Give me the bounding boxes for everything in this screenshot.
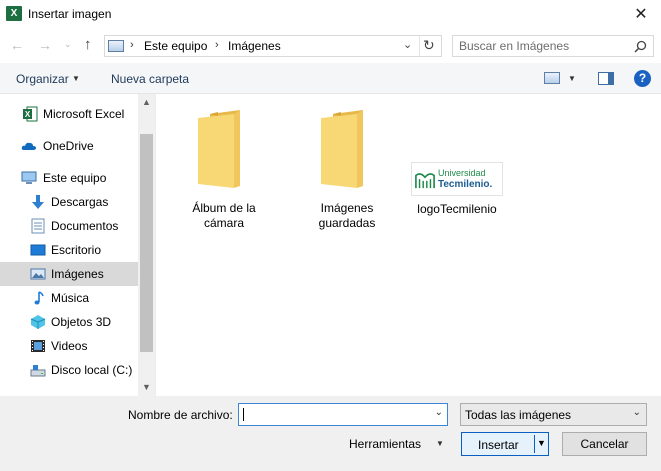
forward-arrow-icon[interactable]: → xyxy=(38,37,52,53)
image-file-item[interactable]: Universidad Tecmilenio. logoTecmilenio xyxy=(407,162,507,217)
music-icon xyxy=(34,291,44,305)
breadcrumb-este-equipo[interactable]: Este equipo xyxy=(144,39,207,53)
breadcrumb-separator[interactable]: › xyxy=(215,39,219,51)
sidebar-item-label: Disco local (C:) xyxy=(51,363,133,377)
caret-down-icon[interactable]: ▼ xyxy=(537,438,546,448)
organize-button[interactable]: Organizar xyxy=(16,72,69,86)
search-icon[interactable] xyxy=(634,40,647,53)
folder-item[interactable]: Álbum de la cámara xyxy=(174,110,274,231)
pictures-icon xyxy=(30,268,46,280)
sidebar-item-microsoft-excel[interactable]: X Microsoft Excel xyxy=(0,102,138,126)
file-name: Álbum de la xyxy=(192,201,256,215)
image-thumbnail: Universidad Tecmilenio. xyxy=(411,162,503,196)
navigation-bar: ← → ⌄ ↑ › Este equipo › Imágenes ⌄ ↻ Bus… xyxy=(0,29,661,63)
view-options-icon[interactable] xyxy=(544,72,560,84)
sidebar-item-label: Escritorio xyxy=(51,243,102,257)
insert-button[interactable]: Insertar ▼ xyxy=(461,432,549,456)
sidebar-item-este-equipo[interactable]: Este equipo xyxy=(0,166,138,190)
chevron-down-icon[interactable]: ⌄ xyxy=(633,407,641,418)
chevron-down-icon[interactable]: ⌄ xyxy=(435,407,443,418)
sidebar-item-descargas[interactable]: Descargas xyxy=(0,190,138,214)
file-name: Imágenes xyxy=(320,201,374,215)
folder-icon xyxy=(198,110,240,188)
file-name: logoTecmilenio xyxy=(417,202,497,216)
dialog-footer: Nombre de archivo: ⌄ Todas las imágenes … xyxy=(0,396,661,471)
navigation-pane: X Microsoft Excel OneDrive Este equipo D… xyxy=(0,94,156,396)
filename-label: Nombre de archivo: xyxy=(128,408,233,422)
sidebar-item-documentos[interactable]: Documentos xyxy=(0,214,138,238)
tecmilenio-logo-icon xyxy=(415,173,435,189)
back-arrow-icon[interactable]: ← xyxy=(10,37,24,53)
insert-button-label: Insertar xyxy=(478,438,519,452)
sidebar-item-label: Objetos 3D xyxy=(51,315,112,329)
svg-text:X: X xyxy=(25,110,31,119)
scroll-up-icon[interactable]: ▲ xyxy=(138,94,155,111)
preview-pane-icon[interactable] xyxy=(598,72,614,85)
sidebar-item-label: Descargas xyxy=(51,195,109,209)
search-placeholder: Buscar en Imágenes xyxy=(459,39,570,53)
sidebar-item-label: Este equipo xyxy=(43,171,107,185)
sidebar-item-label: OneDrive xyxy=(43,139,94,153)
sidebar-item-imagenes[interactable]: Imágenes xyxy=(0,262,138,286)
sidebar-item-label: Videos xyxy=(51,339,88,353)
download-icon xyxy=(32,195,44,209)
caret-down-icon[interactable]: ▼ xyxy=(72,74,80,83)
up-arrow-icon[interactable]: ↑ xyxy=(84,36,92,53)
sidebar-item-escritorio[interactable]: Escritorio xyxy=(0,238,138,262)
help-icon[interactable]: ? xyxy=(634,70,651,87)
refresh-icon[interactable]: ↻ xyxy=(423,37,435,54)
recent-locations-icon[interactable]: ⌄ xyxy=(64,39,72,50)
sidebar-item-objetos-3d[interactable]: Objetos 3D xyxy=(0,310,138,334)
excel-icon: X xyxy=(6,6,22,21)
divider xyxy=(419,36,420,56)
sidebar-item-label: Música xyxy=(51,291,90,305)
address-bar[interactable]: › Este equipo › Imágenes ⌄ ↻ xyxy=(104,35,442,57)
scroll-down-icon[interactable]: ▼ xyxy=(138,379,155,396)
breadcrumb-imagenes[interactable]: Imágenes xyxy=(228,39,281,53)
title-bar: X Insertar imagen ✕ xyxy=(0,0,661,29)
window-title: Insertar imagen xyxy=(28,7,112,21)
search-field[interactable]: Buscar en Imágenes xyxy=(452,35,654,57)
command-toolbar: Organizar ▼ Nueva carpeta ▼ ? xyxy=(0,63,661,94)
video-icon xyxy=(31,340,45,352)
file-type-select[interactable]: Todas las imágenes ⌄ xyxy=(460,403,647,426)
file-view: Álbum de la cámara Imágenes guardadas Un… xyxy=(157,94,661,396)
desktop-icon xyxy=(30,244,46,256)
split-divider xyxy=(534,435,535,453)
cube-icon xyxy=(30,315,46,329)
folder-item[interactable]: Imágenes guardadas xyxy=(297,110,397,231)
sidebar-scrollbar[interactable]: ▲ ▼ xyxy=(138,94,155,396)
close-button[interactable]: ✕ xyxy=(621,0,661,29)
cancel-button[interactable]: Cancelar xyxy=(562,432,647,456)
logo-text-line-1: Universidad xyxy=(438,168,486,178)
computer-icon xyxy=(21,171,37,184)
logo-text-line-2: Tecmilenio. xyxy=(438,179,493,190)
sidebar-item-musica[interactable]: Música xyxy=(0,286,138,310)
cloud-icon xyxy=(21,142,36,150)
file-name: guardadas xyxy=(318,216,376,230)
sidebar-item-onedrive[interactable]: OneDrive xyxy=(0,134,138,158)
file-type-value: Todas las imágenes xyxy=(465,408,572,422)
breadcrumb-separator[interactable]: › xyxy=(130,39,134,51)
sidebar-item-videos[interactable]: Videos xyxy=(0,334,138,358)
tools-button[interactable]: Herramientas xyxy=(349,437,421,451)
sidebar-item-label: Imágenes xyxy=(51,267,104,281)
new-folder-button[interactable]: Nueva carpeta xyxy=(111,72,189,86)
sidebar-item-label: Microsoft Excel xyxy=(43,107,125,121)
filename-input[interactable]: ⌄ xyxy=(238,403,448,426)
scrollbar-thumb[interactable] xyxy=(140,134,153,352)
sidebar-item-disco-local[interactable]: Disco local (C:) xyxy=(0,358,138,382)
caret-down-icon[interactable]: ▼ xyxy=(436,439,444,448)
text-cursor xyxy=(243,408,244,421)
document-icon xyxy=(31,218,45,234)
file-name: cámara xyxy=(203,216,244,230)
caret-down-icon[interactable]: ▼ xyxy=(568,74,576,83)
sidebar-item-label: Documentos xyxy=(51,219,119,233)
drive-icon xyxy=(30,365,46,377)
folder-icon xyxy=(321,110,363,188)
excel-icon: X xyxy=(23,106,38,122)
pictures-icon xyxy=(108,40,124,52)
chevron-down-icon[interactable]: ⌄ xyxy=(403,38,412,51)
